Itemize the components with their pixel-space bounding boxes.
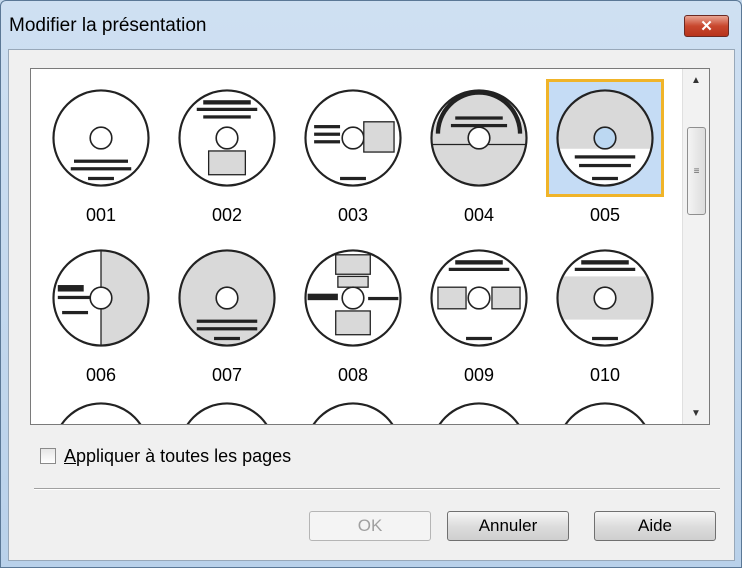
cd-layout-003-icon	[294, 79, 412, 197]
layout-tile[interactable]: 002	[165, 77, 289, 237]
ok-button[interactable]: OK	[309, 511, 431, 541]
dialog-window: Modifier la présentation ✕ 001 002 003 0…	[0, 0, 742, 568]
layout-tile-partial[interactable]	[299, 397, 407, 424]
layout-tile[interactable]: 006	[39, 237, 163, 397]
cd-layout-010-icon	[546, 239, 664, 357]
layout-tile-partial[interactable]	[47, 397, 155, 424]
arrow-down-icon: ▼	[691, 407, 701, 419]
dialog-body: 001 002 003 004 005 006 007 008 009 010 …	[8, 49, 735, 561]
cd-layout-008-icon	[294, 239, 412, 357]
layout-tile[interactable]: 008	[291, 237, 415, 397]
scroll-down-button[interactable]: ▼	[683, 402, 709, 424]
cancel-button[interactable]: Annuler	[447, 511, 569, 541]
layout-label: 005	[589, 205, 621, 225]
apply-all-pages-checkbox[interactable]	[40, 448, 56, 464]
layout-grid: 001 002 003 004 005 006 007 008 009 010	[31, 69, 681, 424]
apply-all-pages-option[interactable]: Appliquer à toutes les pages	[40, 445, 291, 467]
layout-tile-partial[interactable]	[551, 397, 659, 424]
layout-label: 008	[337, 365, 369, 385]
cd-layout-005-icon	[546, 79, 664, 197]
layout-tile[interactable]: 009	[417, 237, 541, 397]
close-icon: ✕	[700, 18, 713, 35]
title-bar[interactable]: Modifier la présentation ✕	[1, 1, 741, 47]
cd-layout-001-icon	[42, 79, 160, 197]
layout-tile[interactable]: 007	[165, 237, 289, 397]
cd-layout-009-icon	[420, 239, 538, 357]
layout-label: 010	[589, 365, 621, 385]
layout-tile[interactable]: 001	[39, 77, 163, 237]
cd-layout-007-icon	[168, 239, 286, 357]
layout-label: 007	[211, 365, 243, 385]
cd-layout-002-icon	[168, 79, 286, 197]
scroll-up-button[interactable]: ▲	[683, 69, 709, 91]
layout-tile-partial[interactable]	[173, 397, 281, 424]
cd-layout-006-icon	[42, 239, 160, 357]
layout-tile[interactable]: 004	[417, 77, 541, 237]
layout-label: 009	[463, 365, 495, 385]
dialog-title: Modifier la présentation	[9, 15, 207, 36]
arrow-up-icon: ▲	[691, 74, 701, 86]
separator	[34, 488, 720, 490]
layout-label: 004	[463, 205, 495, 225]
layout-label: 002	[211, 205, 243, 225]
layout-label: 001	[85, 205, 117, 225]
layout-label: 006	[85, 365, 117, 385]
vertical-scrollbar[interactable]: ▲ ≡ ▼	[682, 69, 709, 424]
grip-icon: ≡	[693, 165, 700, 177]
scroll-thumb[interactable]: ≡	[687, 127, 706, 215]
layout-tile[interactable]: 005	[543, 77, 667, 237]
layout-tile[interactable]: 003	[291, 77, 415, 237]
cd-layout-004-icon	[420, 79, 538, 197]
layout-tile-partial[interactable]	[425, 397, 533, 424]
close-button[interactable]: ✕	[684, 15, 729, 37]
layout-list: 001 002 003 004 005 006 007 008 009 010 …	[30, 68, 710, 425]
layout-label: 003	[337, 205, 369, 225]
layout-tile[interactable]: 010	[543, 237, 667, 397]
apply-all-pages-label[interactable]: Appliquer à toutes les pages	[64, 446, 291, 467]
help-button[interactable]: Aide	[594, 511, 716, 541]
